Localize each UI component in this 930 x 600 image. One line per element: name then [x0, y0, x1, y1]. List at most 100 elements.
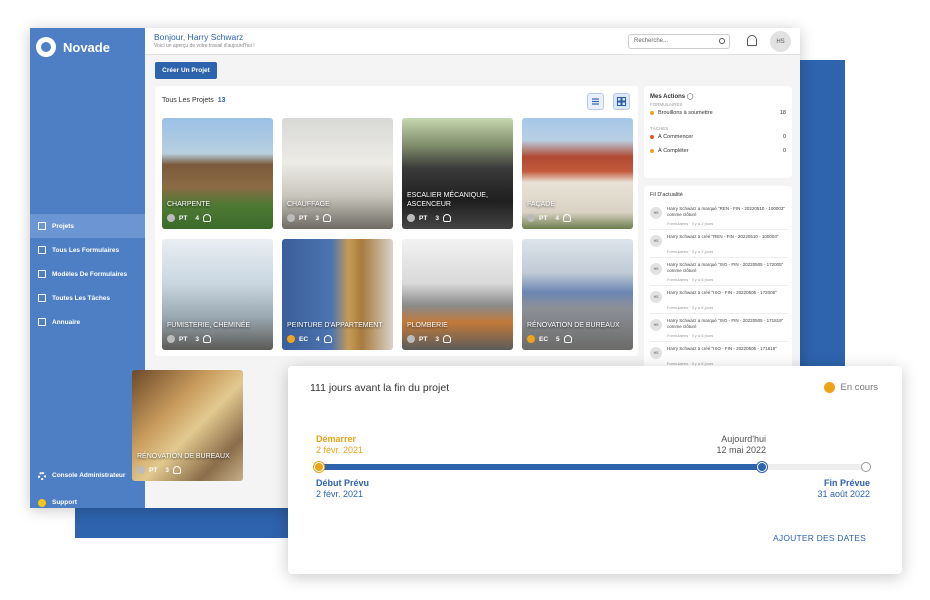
gear-icon [38, 471, 46, 480]
sidebar-item-label: Projets [52, 222, 75, 230]
status-dot [650, 149, 654, 153]
project-card[interactable]: FUMISTERIE, CHEMINÉE PT 3 [162, 239, 273, 350]
list-view-icon [592, 98, 599, 105]
list-view-button[interactable] [587, 93, 604, 110]
project-card-meta: PT 4 [167, 214, 211, 222]
today-date: 12 mai 2022 [716, 445, 766, 455]
my-actions-title: Mes Actions ◯ [650, 93, 694, 100]
project-status: PT [179, 335, 188, 343]
today-marker[interactable] [756, 462, 767, 472]
greeting: Bonjour, Harry Schwarz [154, 32, 244, 42]
status-dot [167, 335, 175, 343]
search-input[interactable]: Recherche... [628, 34, 730, 49]
action-count: 0 [782, 134, 786, 140]
member-count: 3 [315, 214, 319, 222]
project-status: PT [299, 214, 308, 222]
project-card[interactable]: ESCALIER MÉCANIQUE, ASCENCEUR PT 3 [402, 118, 513, 229]
status-label: En cours [840, 382, 879, 393]
project-card-title: CHARPENTE [167, 200, 211, 208]
sidebar-item-annuaire[interactable]: Annuaire [30, 310, 145, 334]
project-card-title: FAÇADE [527, 200, 556, 208]
project-card[interactable]: PEINTURE D'APPARTEMENT EC 4 [282, 239, 393, 350]
action-row[interactable]: Brouillons à soumettre 18 [650, 110, 786, 116]
project-card-meta: PT 3 [167, 335, 211, 343]
tasks-section-label: TÂCHES [650, 126, 669, 131]
support-icon [38, 498, 46, 507]
sidebar-nav: Projets Tous Les Formulaires Modèles De … [30, 214, 145, 334]
avatar: HS [650, 319, 662, 331]
forms-section-label: FORMULAIRES [650, 102, 683, 107]
planned-end-label: Fin Prévue [823, 478, 870, 488]
avatar: HS [650, 207, 662, 219]
action-label: Brouillons à soumettre [658, 110, 713, 116]
start-marker[interactable] [314, 462, 324, 472]
action-row[interactable]: À Commencer 0 [650, 134, 786, 140]
grid-view-button[interactable] [613, 93, 630, 110]
project-card[interactable]: CHARPENTE PT 4 [162, 118, 273, 229]
feed-item[interactable]: HS Harry Schwarz a créé "REN - FIN - 2022… [650, 232, 788, 258]
sidebar-item-console[interactable]: Console Administrateur [30, 462, 145, 489]
sidebar-item-modeles[interactable]: Modèles De Formulaires [30, 262, 145, 286]
sidebar-item-support[interactable]: Support [30, 489, 145, 508]
sidebar-item-label: Console Administrateur [52, 472, 126, 479]
sidebar-item-label: Toutes Les Tâches [52, 294, 111, 302]
end-marker[interactable] [861, 462, 871, 472]
my-actions-title-text: Mes Actions [650, 94, 686, 100]
feed-title: Fil D'actualité [650, 192, 683, 198]
greeting-subtitle: Voici un aperçu de votre travail d'aujou… [154, 43, 255, 49]
action-count: 18 [779, 110, 786, 116]
action-row[interactable]: À Compléter 0 [650, 148, 786, 154]
project-card[interactable]: RÉNOVATION DE BUREAUX PT 3 [132, 370, 243, 481]
sidebar-item-formulaires[interactable]: Tous Les Formulaires [30, 238, 145, 262]
project-card-meta: EC 5 [527, 335, 572, 343]
project-status: EC [539, 335, 549, 343]
timeline-track [318, 464, 866, 470]
feed-meta: Formulaires · Il y a 6 jours [667, 277, 714, 282]
search-icon[interactable] [719, 38, 725, 44]
project-card[interactable]: PLOMBERIE PT 3 [402, 239, 513, 350]
sidebar-item-taches[interactable]: Toutes Les Tâches [30, 286, 145, 310]
member-count: 4 [195, 214, 199, 222]
person-icon [442, 335, 451, 343]
feed-item[interactable]: HS Harry Schwarz a marqué "ISO - FIN - 20… [650, 260, 788, 286]
create-project-button[interactable]: Créer Un Projet [155, 62, 217, 79]
member-count: 3 [165, 466, 169, 474]
member-count: 3 [435, 214, 439, 222]
feed-text: Harry Schwarz a marqué "ISO - FIN - 2022… [667, 318, 784, 329]
feed-item[interactable]: HS Harry Schwarz a créé "ISO - FIN - 2022… [650, 288, 788, 314]
project-card-title: RÉNOVATION DE BUREAUX [527, 321, 620, 329]
project-status: PT [539, 214, 548, 222]
status-dot [407, 335, 415, 343]
avatar: HS [650, 263, 662, 275]
person-icon [323, 335, 332, 343]
project-card-title: PEINTURE D'APPARTEMENT [287, 321, 383, 329]
sidebar-item-label: Modèles De Formulaires [52, 270, 128, 278]
sidebar-item-projets[interactable]: Projets [30, 214, 145, 238]
project-card[interactable]: FAÇADE PT 4 [522, 118, 633, 229]
project-card[interactable]: RÉNOVATION DE BUREAUX EC 5 [522, 239, 633, 350]
project-status: EC [299, 335, 309, 343]
feed-item[interactable]: HS Harry Schwarz a marqué "REN - FIN - 20… [650, 204, 788, 230]
status-dot [137, 466, 145, 474]
status-dot [650, 135, 654, 139]
bell-icon[interactable] [747, 35, 757, 46]
action-label: À Commencer [658, 134, 694, 140]
brand[interactable]: Novade [36, 37, 110, 57]
project-status: PT [149, 466, 158, 474]
timeline-title: 111 jours avant la fin du projet [310, 382, 450, 394]
planned-start-label: Début Prévu [316, 478, 370, 488]
feed-text: Harry Schwarz a créé "REN - FIN - 202205… [667, 234, 779, 239]
feed-item[interactable]: HS Harry Schwarz a marqué "ISO - FIN - 20… [650, 316, 788, 342]
person-icon [563, 335, 572, 343]
avatar[interactable]: HS [770, 31, 791, 52]
sidebar-bottom: Console Administrateur Support [30, 462, 145, 508]
project-card[interactable]: CHAUFFAGE PT 3 [282, 118, 393, 229]
avatar: HS [650, 235, 662, 247]
search-placeholder: Recherche... [634, 38, 669, 44]
add-dates-button[interactable]: AJOUTER DES DATES [773, 533, 866, 543]
today-label: Aujourd'hui [721, 434, 766, 444]
project-status: PT [419, 335, 428, 343]
avatar: HS [650, 347, 662, 359]
lightbulb-icon: ◯ [686, 94, 694, 100]
status-dot [823, 382, 835, 393]
